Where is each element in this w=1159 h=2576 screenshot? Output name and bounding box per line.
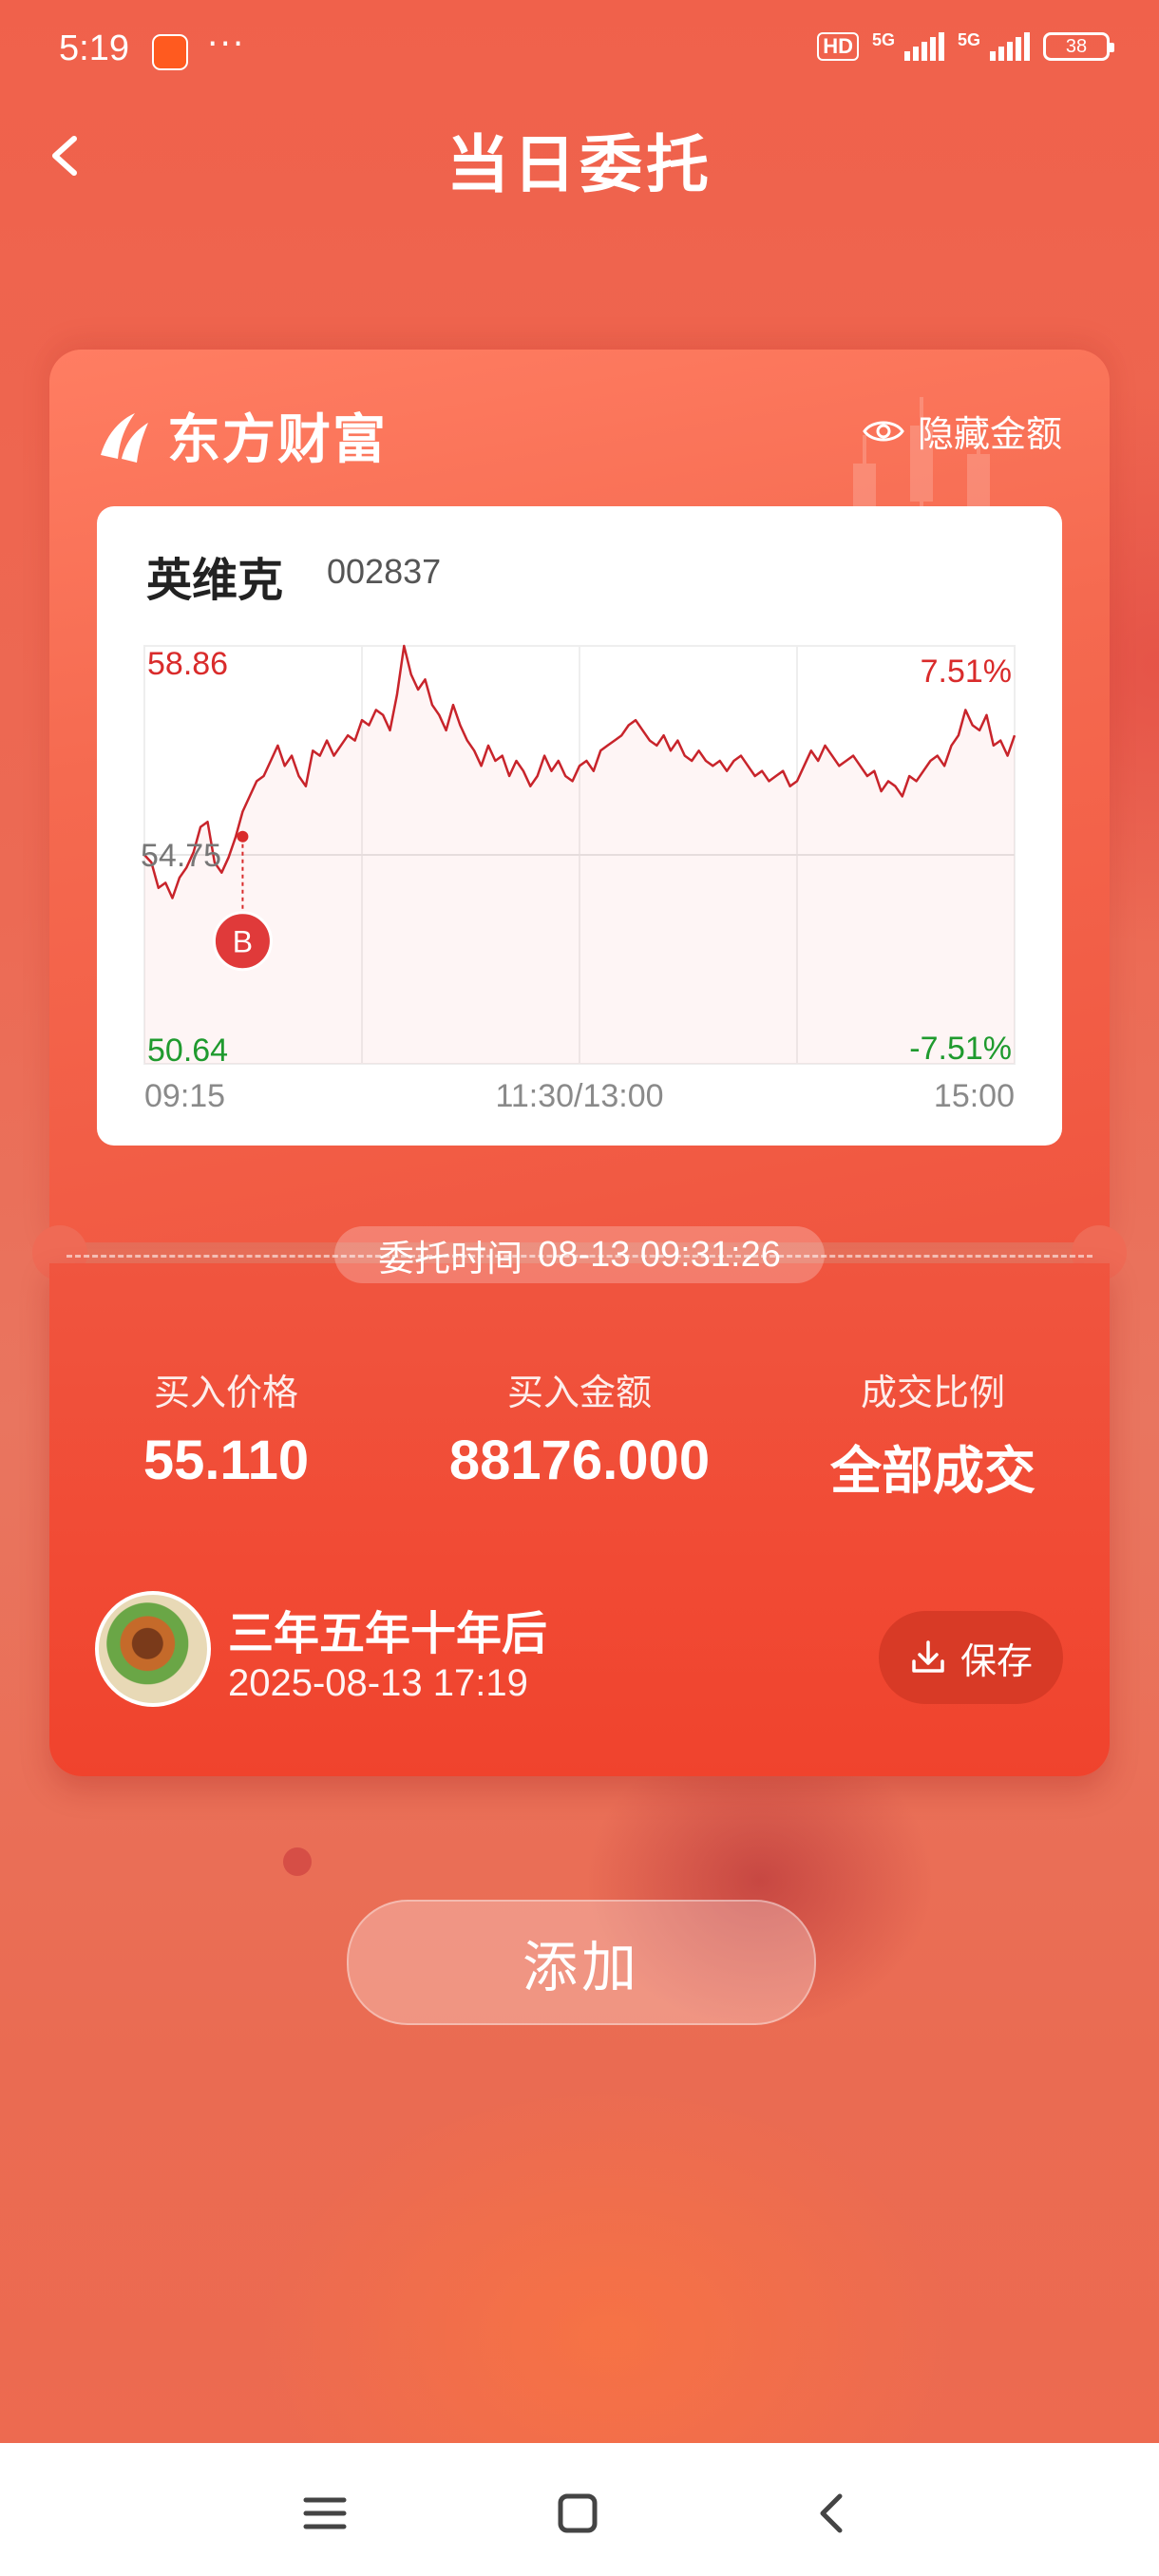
entrust-time-badge: 委托时间 08-13 09:31:26	[334, 1226, 825, 1283]
buy-marker-label: B	[233, 925, 253, 959]
share-card: 东方财富 隐藏金额 英维克 002837 B 58.86 54.75 50.64 7.5…	[49, 350, 1110, 1242]
y-max-label: 58.86	[147, 646, 228, 682]
stat-value: 55.110	[142, 1430, 310, 1491]
stat-label: 成交比例	[860, 1372, 1005, 1413]
eye-icon	[863, 421, 904, 441]
entrust-time-value: 08-13 09:31:26	[538, 1234, 781, 1275]
download-icon	[912, 1640, 944, 1673]
add-button[interactable]: 添加	[347, 1900, 816, 2025]
page-header: 当日委托	[0, 104, 1159, 209]
hide-amount-toggle[interactable]: 隐藏金额	[863, 405, 1062, 457]
brand-name: 东方财富	[167, 409, 388, 471]
menu-icon[interactable]	[296, 2485, 353, 2542]
save-button[interactable]: 保存	[879, 1611, 1063, 1704]
x-tick-label: 11:30/13:00	[495, 1078, 663, 1114]
stat-value: 全部成交	[830, 1441, 1036, 1501]
background-blur-dot	[283, 1847, 312, 1876]
status-indicators: HD 5G 5G 38	[817, 30, 1114, 61]
brand-logo: 东方财富	[93, 397, 388, 474]
signal-2-icon: 5G	[958, 30, 1030, 61]
home-icon[interactable]	[549, 2485, 606, 2542]
system-navigation-bar	[0, 2443, 1159, 2576]
x-tick-label: 15:00	[934, 1078, 1015, 1114]
back-nav-icon[interactable]	[804, 2485, 861, 2542]
status-time: 5:19	[59, 28, 129, 68]
stat-label: 买入金额	[506, 1372, 652, 1413]
pct-min-label: -7.51%	[909, 1031, 1012, 1067]
stat-label: 买入价格	[153, 1372, 298, 1413]
intraday-line-chart: B 58.86 54.75 50.64 7.51% -7.51% 09:15 11:30/13…	[141, 644, 1016, 1114]
x-tick-label: 09:15	[144, 1078, 225, 1114]
buy-marker-point	[237, 830, 249, 843]
entrust-time-label: 委托时间	[378, 1237, 523, 1279]
battery-icon: 38	[1043, 32, 1114, 61]
hide-amount-label: 隐藏金额	[917, 413, 1062, 455]
pct-max-label: 7.51%	[921, 653, 1012, 690]
signal-1-icon: 5G	[872, 30, 944, 61]
page-title: 当日委托	[446, 128, 712, 201]
more-notifications-icon: ···	[207, 25, 246, 64]
save-label: 保存	[960, 1639, 1033, 1682]
battery-level: 38	[1065, 35, 1088, 57]
user-name: 三年五年十年后	[228, 1607, 548, 1660]
status-bar: 5:19 ··· HD 5G 5G 38	[0, 0, 1159, 104]
hd-voice-icon: HD	[817, 32, 859, 61]
user-timestamp: 2025-08-13 17:19	[228, 1662, 528, 1704]
y-ref-label: 54.75	[141, 838, 221, 874]
intraday-chart-panel: 英维克 002837 B 58.86 54.75 50.64 7.51% -7.51% 09…	[97, 506, 1062, 1146]
stat-buy-amount: 买入金额 88176.000	[399, 1363, 760, 1492]
eastmoney-logo-icon	[101, 412, 148, 463]
stat-buy-price: 买入价格 55.110	[46, 1363, 407, 1492]
stat-value: 88176.000	[448, 1430, 711, 1491]
app-notification-icon	[152, 34, 188, 70]
avatar	[95, 1591, 211, 1707]
stat-fill-ratio: 成交比例 全部成交	[752, 1363, 1113, 1504]
y-min-label: 50.64	[147, 1032, 228, 1069]
